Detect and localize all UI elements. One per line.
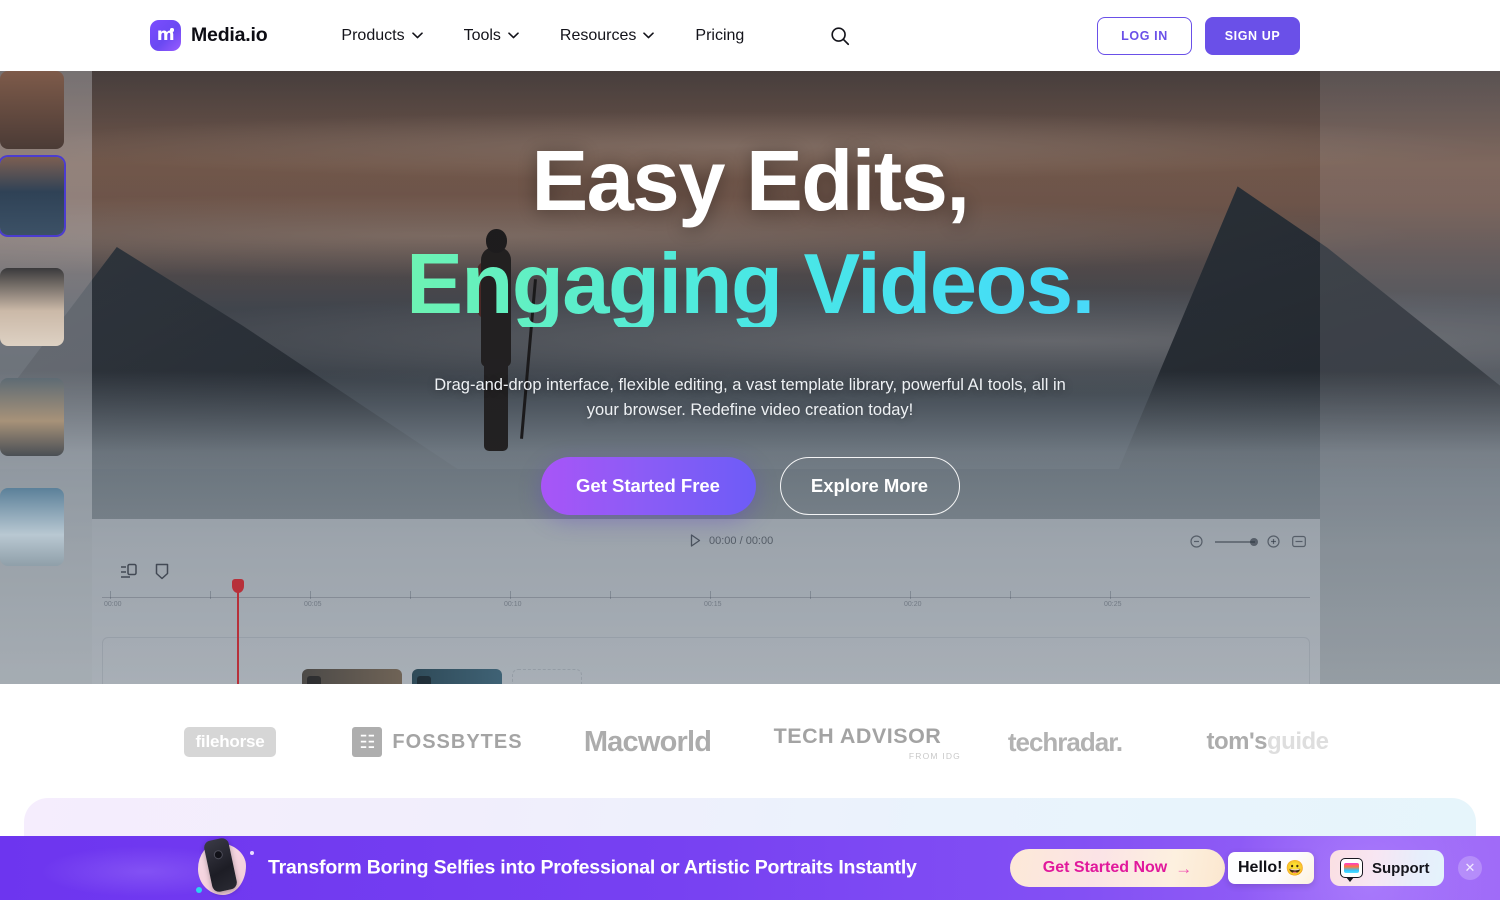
brand-logo[interactable]: m Media.io [150,20,268,51]
grinning-face-icon: 😀 [1285,860,1305,877]
nav-item-pricing[interactable]: Pricing [695,27,744,45]
press-logo-toms-guide-label-a: tom's [1206,728,1268,755]
support-label: Support [1372,859,1430,877]
ruler-label: 00:15 [704,601,722,608]
ruler-label: 00:25 [1104,601,1122,608]
nav-item-resources[interactable]: Resources [559,26,655,45]
playback-status: 00:00 / 00:00 [690,534,773,547]
marker-icon[interactable] [155,563,169,580]
hello-chip[interactable]: Hello! 😀 [1228,852,1315,884]
explore-more-button[interactable]: Explore More [779,456,960,515]
promo-banner: Transform Boring Selfies into Profession… [0,836,1500,900]
timeline-clip[interactable] [412,669,502,684]
press-logo-macworld[interactable]: Macworld [545,719,750,765]
nav-item-tools[interactable]: Tools [464,27,519,45]
press-logo-toms-guide[interactable]: tom's guide [1165,719,1370,765]
hero-headline-line2: Engaging Videos. [0,242,1500,327]
get-started-now-button[interactable]: Get Started Now → [1010,849,1225,887]
header-actions: LOG IN SIGN UP [1097,16,1300,55]
timeline-toolbar: 00:00 / 00:00 [92,519,1320,565]
nav-label-resources: Resources [559,26,637,44]
nav-label-tools: Tools [463,26,501,44]
hello-label: Hello! [1238,859,1283,876]
close-icon[interactable]: ✕ [1458,856,1482,880]
fit-to-screen-icon[interactable] [1292,535,1306,548]
press-logo-tech-advisor[interactable]: TECH ADVISOR FROM IDG [750,719,965,765]
press-logo-fossbytes-label: FOSSBYTES [392,730,523,753]
timeline-ruler[interactable] [102,597,1310,598]
media-io-logo-icon: m [150,20,181,51]
zoom-in-icon[interactable] [1267,535,1280,548]
timeline-clip[interactable] [302,669,402,684]
editor-timeline-panel: 00:00 / 00:00 00:00 00:05 00:10 00:15 00… [92,519,1320,684]
search-icon[interactable] [827,23,853,49]
get-started-free-button[interactable]: Get Started Free [540,456,756,515]
hero-cta-row: Get Started Free Explore More [0,456,1500,515]
ruler-label: 00:00 [104,601,122,608]
zoom-out-icon[interactable] [1190,535,1203,548]
sparkle-icon [196,887,202,893]
get-started-now-label: Get Started Now [1042,859,1168,876]
fossbytes-mark-icon: ☷ [352,727,383,757]
press-logo-fossbytes[interactable]: ☷ FOSSBYTES [330,719,545,765]
signup-button[interactable]: SIGN UP [1205,16,1300,55]
support-button[interactable]: Support [1330,850,1444,886]
site-header: m Media.io Products Tools Resources Pric… [0,0,1500,71]
timeline-clip-placeholder[interactable] [512,669,582,684]
timeline-tool-buttons [120,563,169,580]
ruler-label: 00:10 [504,601,522,608]
main-navigation: Products Tools Resources Pricing [341,23,853,49]
chat-bubble-icon [1340,858,1363,882]
chevron-down-icon [411,32,423,39]
nav-label-products: Products [341,26,405,44]
hero-content: Easy Edits, Engaging Videos. Drag-and-dr… [0,71,1500,515]
brand-name: Media.io [191,24,268,46]
hero-section: 00:00 / 00:00 00:00 00:05 00:10 00:15 00… [0,71,1500,684]
timeline-track[interactable] [102,637,1310,684]
ruler-label: 00:20 [904,601,922,608]
arrow-right-icon: → [1175,858,1193,878]
press-logo-tech-advisor-sublabel: FROM IDG [908,750,961,761]
hero-subtitle: Drag-and-drop interface, flexible editin… [420,373,1080,423]
timeline-zoom-controls [1190,535,1306,548]
hero-subtitle-line1: Drag-and-drop interface, flexible editin… [434,376,1049,394]
time-display: 00:00 / 00:00 [709,534,774,547]
press-logo-techradar[interactable]: techradar. [965,719,1165,765]
logo-dot [170,28,174,32]
press-logo-filehorse[interactable]: filehorse [130,719,330,765]
press-logo-tech-advisor-label: TECH ADVISOR [773,723,942,748]
camera-lens-icon [212,849,224,861]
zoom-slider[interactable] [1215,537,1258,546]
login-button[interactable]: LOG IN [1097,16,1192,55]
banner-phone-illustration [190,836,256,899]
press-logo-toms-guide-label-b: guide [1267,728,1329,755]
timeline-settings-icon[interactable] [120,563,137,580]
press-logos-strip: filehorse ☷ FOSSBYTES Macworld TECH ADVI… [0,684,1500,800]
nav-label-pricing: Pricing [695,26,745,44]
chevron-down-icon [508,32,519,39]
page-root: m Media.io Products Tools Resources Pric… [0,0,1500,900]
hero-headline-line1: Easy Edits, [531,134,970,229]
press-logo-filehorse-label: filehorse [184,727,276,757]
sparkle-icon [250,851,254,855]
ruler-label: 00:05 [304,601,322,608]
nav-item-products[interactable]: Products [341,26,423,45]
chevron-down-icon [643,32,655,39]
play-icon [690,534,701,547]
banner-headline: Transform Boring Selfies into Profession… [268,856,917,879]
